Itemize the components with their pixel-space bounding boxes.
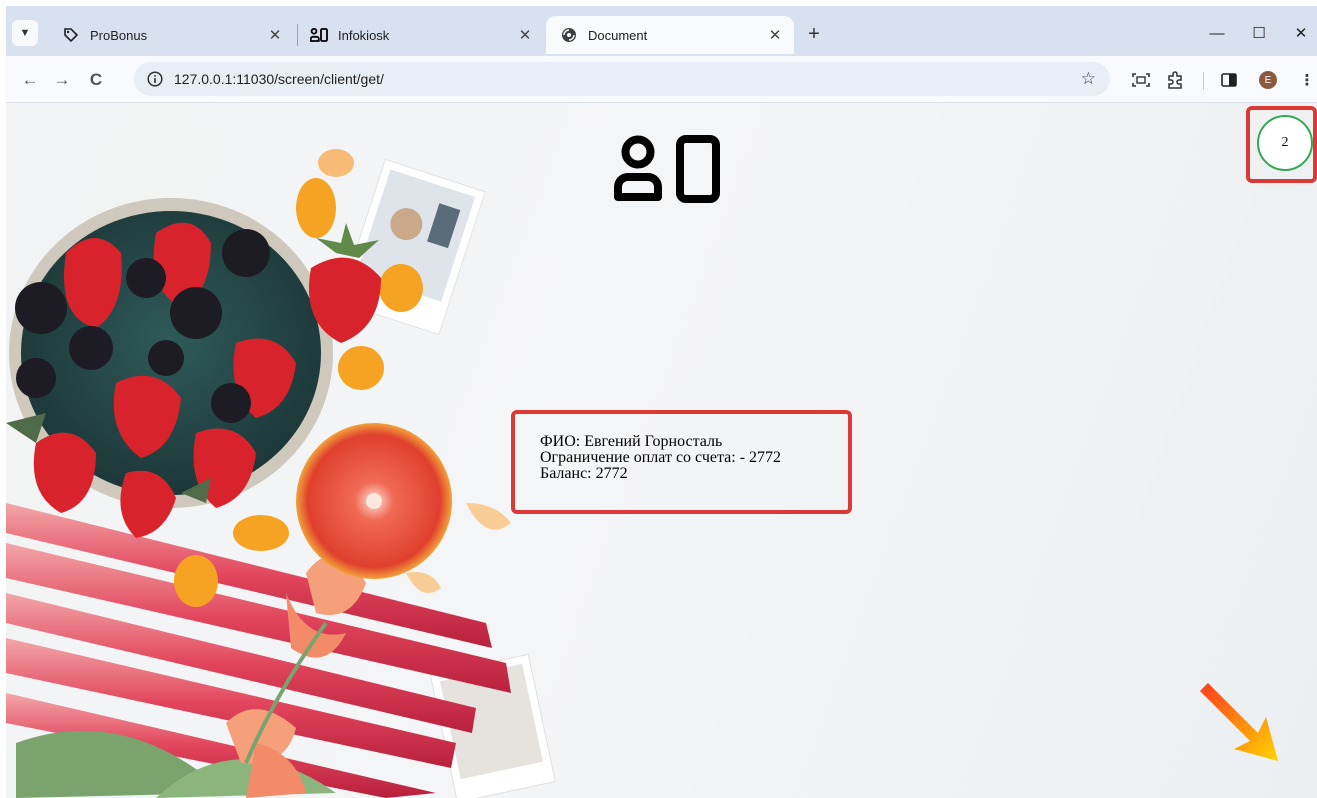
back-icon: ← — [21, 70, 39, 89]
tab-separator — [297, 24, 298, 46]
tab-close-icon[interactable]: ✕ — [766, 26, 784, 44]
forward-button[interactable]: → — [50, 68, 74, 92]
toolbar-separator — [1203, 72, 1204, 90]
tab-search-button[interactable]: ▼ — [12, 20, 38, 46]
site-info-icon[interactable] — [144, 68, 166, 90]
tag-icon — [62, 26, 80, 44]
bookmark-star-icon[interactable]: ☆ — [1081, 69, 1096, 89]
queue-counter: 2 — [1257, 115, 1313, 171]
url-text[interactable]: 127.0.0.1:11030/screen/client/get/ — [174, 71, 384, 87]
minimize-button[interactable]: — — [1202, 20, 1232, 46]
tab-close-icon[interactable]: ✕ — [516, 26, 534, 44]
fruit-background-image — [6, 149, 556, 798]
screen-capture-icon[interactable] — [1130, 69, 1152, 91]
forward-icon: → — [53, 70, 71, 89]
maximize-button[interactable]: ☐ — [1244, 20, 1274, 46]
menu-icon[interactable]: ⋮ — [1296, 69, 1317, 91]
reload-icon: C — [89, 70, 103, 89]
chevron-down-icon: ▼ — [19, 27, 31, 39]
browser-window: ▼ ProBonus ✕ Infokiosk ✕ Document ✕ + — — [0, 0, 1317, 798]
arrow-down-right-icon — [1200, 683, 1278, 761]
tab-label: ProBonus — [90, 27, 148, 43]
tab-close-icon[interactable]: ✕ — [266, 26, 284, 44]
tab-infokiosk[interactable]: Infokiosk ✕ — [302, 16, 542, 54]
profile-avatar[interactable]: E — [1259, 71, 1277, 89]
close-window-button[interactable]: ✕ — [1286, 20, 1316, 46]
client-info: ФИО: Евгений Горносталь Ограничение опла… — [540, 434, 781, 482]
minimize-icon: — — [1209, 24, 1225, 42]
client-balance: Баланс: 2772 — [540, 465, 628, 482]
client-payment-limit: Ограничение оплат со счета: - 2772 — [540, 449, 782, 466]
infokiosk-logo-icon — [614, 135, 720, 203]
tab-strip: ▼ ProBonus ✕ Infokiosk ✕ Document ✕ + — — [6, 6, 1317, 56]
side-panel-icon[interactable] — [1218, 69, 1240, 91]
close-icon: ✕ — [1294, 25, 1308, 42]
globe-icon — [560, 26, 578, 44]
tab-probonus[interactable]: ProBonus ✕ — [52, 16, 292, 54]
client-name: ФИО: Евгений Горносталь — [540, 433, 723, 450]
reload-button[interactable]: C — [84, 68, 108, 92]
tab-label: Document — [588, 27, 648, 43]
tab-document[interactable]: Document ✕ — [546, 16, 794, 54]
maximize-icon: ☐ — [1252, 25, 1266, 42]
plus-icon: + — [808, 22, 820, 45]
page-viewport: 2 ФИО: Евгений Горносталь Ограничение оп… — [6, 103, 1317, 798]
tab-label: Infokiosk — [338, 27, 390, 43]
new-tab-button[interactable]: + — [802, 22, 826, 46]
back-button[interactable]: ← — [18, 68, 42, 92]
address-bar[interactable]: 127.0.0.1:11030/screen/client/get/ ☆ — [134, 62, 1110, 96]
browser-toolbar: ← → C 127.0.0.1:11030/screen/client/get/… — [6, 56, 1317, 103]
infokiosk-favicon-icon — [310, 26, 328, 44]
extensions-icon[interactable] — [1164, 69, 1186, 91]
